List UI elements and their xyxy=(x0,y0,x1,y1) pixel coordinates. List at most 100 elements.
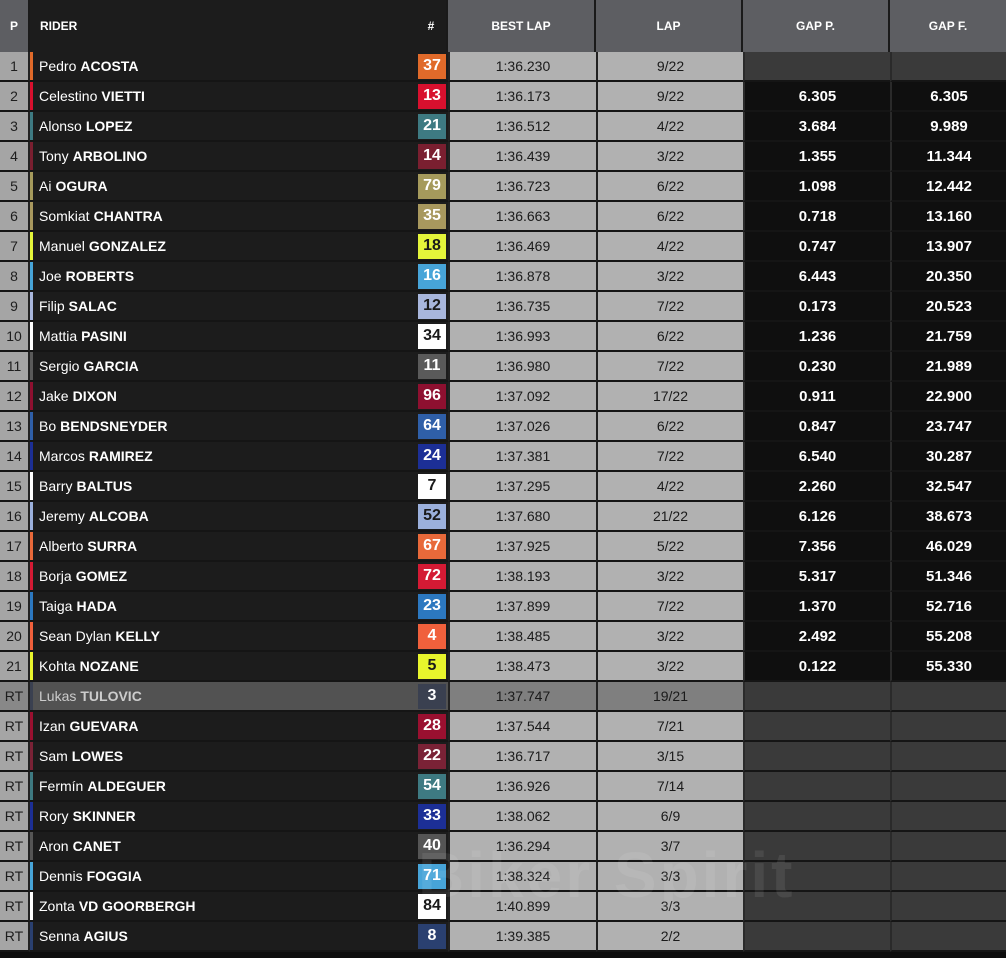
gap-p-cell xyxy=(743,922,890,952)
rider-last-name: NOZANE xyxy=(79,658,139,674)
gap-f-cell xyxy=(890,772,1006,802)
rider-last-name: OGURA xyxy=(55,178,108,194)
gap-f-cell: 46.029 xyxy=(890,532,1006,562)
team-color-stripe xyxy=(30,772,33,800)
position-cell: 11 xyxy=(0,352,30,382)
team-color-stripe xyxy=(30,592,33,620)
position-cell: 14 xyxy=(0,442,30,472)
team-color-stripe xyxy=(30,442,33,470)
header-best-lap: BEST LAP xyxy=(448,0,596,52)
rider-last-name: LOPEZ xyxy=(85,118,133,134)
rider-first-name: Ai xyxy=(39,178,52,194)
lap-cell: 3/15 xyxy=(596,742,743,772)
gap-p-cell: 1.098 xyxy=(743,172,890,202)
team-color-stripe xyxy=(30,52,33,80)
rider-cell: Kohta NOZANE xyxy=(30,652,416,682)
rider-last-name: VD GOORBERGH xyxy=(78,898,196,914)
rider-cell: Filip SALAC xyxy=(30,292,416,322)
team-color-stripe xyxy=(30,232,33,260)
best-lap-cell: 1:36.512 xyxy=(448,112,596,142)
gap-f-cell: 21.759 xyxy=(890,322,1006,352)
rider-number-badge: 52 xyxy=(418,503,446,529)
position-cell: 18 xyxy=(0,562,30,592)
rider-first-name: Manuel xyxy=(39,238,85,254)
best-lap-cell: 1:37.092 xyxy=(448,382,596,412)
rider-first-name: Zonta xyxy=(39,898,75,914)
number-cell: 18 xyxy=(416,232,448,262)
rider-cell: Tony ARBOLINO xyxy=(30,142,416,172)
rider-number-badge: 72 xyxy=(418,563,446,589)
rider-number-badge: 21 xyxy=(418,113,446,139)
rider-cell: Jake DIXON xyxy=(30,382,416,412)
rider-first-name: Kohta xyxy=(39,658,76,674)
best-lap-cell: 1:37.544 xyxy=(448,712,596,742)
team-color-stripe xyxy=(30,862,33,890)
rider-number-badge: 16 xyxy=(418,263,446,289)
rider-cell: Lukas TULOVIC xyxy=(30,682,416,712)
best-lap-cell: 1:38.062 xyxy=(448,802,596,832)
number-cell: 33 xyxy=(416,802,448,832)
gap-p-cell xyxy=(743,682,890,712)
number-cell: 71 xyxy=(416,862,448,892)
team-color-stripe xyxy=(30,832,33,860)
rider-cell: Ai OGURA xyxy=(30,172,416,202)
team-color-stripe xyxy=(30,292,33,320)
rider-number-badge: 96 xyxy=(418,383,446,409)
rider-cell: Sam LOWES xyxy=(30,742,416,772)
team-color-stripe xyxy=(30,712,33,740)
best-lap-cell: 1:37.899 xyxy=(448,592,596,622)
team-color-stripe xyxy=(30,652,33,680)
rider-first-name: Senna xyxy=(39,928,80,944)
team-color-stripe xyxy=(30,922,33,950)
position-cell: 16 xyxy=(0,502,30,532)
rider-last-name: ROBERTS xyxy=(65,268,135,284)
rider-cell: Fermín ALDEGUER xyxy=(30,772,416,802)
rider-cell: Marcos RAMIREZ xyxy=(30,442,416,472)
rider-cell: Alonso LOPEZ xyxy=(30,112,416,142)
lap-cell: 7/22 xyxy=(596,592,743,622)
rider-number-badge: 71 xyxy=(418,863,446,889)
rider-first-name: Sean Dylan xyxy=(39,628,112,644)
gap-f-cell xyxy=(890,862,1006,892)
gap-p-cell xyxy=(743,802,890,832)
rider-first-name: Filip xyxy=(39,298,65,314)
team-color-stripe xyxy=(30,562,33,590)
rider-first-name: Marcos xyxy=(39,448,85,464)
rider-cell: Manuel GONZALEZ xyxy=(30,232,416,262)
rider-cell: Taiga HADA xyxy=(30,592,416,622)
gap-p-cell: 5.317 xyxy=(743,562,890,592)
rider-first-name: Pedro xyxy=(39,58,77,74)
rider-last-name: GUEVARA xyxy=(69,718,139,734)
rider-first-name: Borja xyxy=(39,568,72,584)
rider-first-name: Somkiat xyxy=(39,208,90,224)
rider-first-name: Fermín xyxy=(39,778,84,794)
gap-f-cell: 9.989 xyxy=(890,112,1006,142)
gap-p-cell: 1.355 xyxy=(743,142,890,172)
gap-p-cell xyxy=(743,772,890,802)
team-color-stripe xyxy=(30,322,33,350)
rider-cell: Somkiat CHANTRA xyxy=(30,202,416,232)
gap-p-cell: 0.230 xyxy=(743,352,890,382)
rider-cell: Zonta VD GOORBERGH xyxy=(30,892,416,922)
position-cell: 7 xyxy=(0,232,30,262)
gap-p-cell: 0.173 xyxy=(743,292,890,322)
gap-p-cell: 0.718 xyxy=(743,202,890,232)
position-cell: 3 xyxy=(0,112,30,142)
gap-p-cell: 6.126 xyxy=(743,502,890,532)
lap-cell: 6/22 xyxy=(596,322,743,352)
position-cell: 9 xyxy=(0,292,30,322)
team-color-stripe xyxy=(30,262,33,290)
position-cell: RT xyxy=(0,892,30,922)
gap-f-cell: 21.989 xyxy=(890,352,1006,382)
rider-number-badge: 37 xyxy=(418,53,446,79)
number-cell: 37 xyxy=(416,52,448,82)
number-cell: 13 xyxy=(416,82,448,112)
rider-number-badge: 13 xyxy=(418,83,446,109)
gap-f-cell xyxy=(890,52,1006,82)
gap-p-cell: 2.260 xyxy=(743,472,890,502)
gap-f-cell: 30.287 xyxy=(890,442,1006,472)
lap-cell: 7/22 xyxy=(596,442,743,472)
number-cell: 14 xyxy=(416,142,448,172)
position-cell: 19 xyxy=(0,592,30,622)
rider-last-name: VIETTI xyxy=(101,88,145,104)
